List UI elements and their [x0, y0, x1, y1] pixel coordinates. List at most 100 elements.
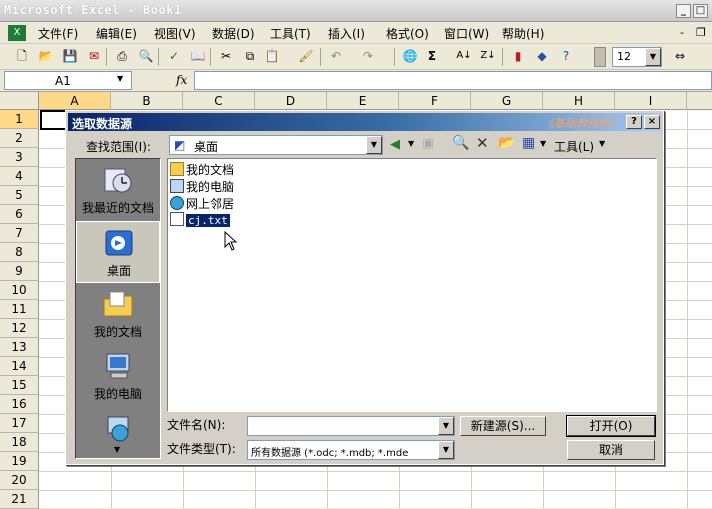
undo-icon[interactable]: ↶: [328, 48, 344, 64]
open-button[interactable]: 打开(O): [566, 415, 656, 437]
menu-tools[interactable]: 工具(T): [270, 25, 311, 42]
menu-format[interactable]: 格式(O): [386, 25, 429, 42]
new-icon[interactable]: 🗋: [14, 48, 30, 64]
close-button[interactable]: ×: [644, 115, 660, 129]
place-network[interactable]: ▼: [76, 407, 160, 457]
menu-window[interactable]: 窗口(W): [444, 25, 489, 42]
sort-ascending-icon[interactable]: A↓: [456, 48, 472, 64]
row-header[interactable]: 10: [0, 281, 39, 300]
row-header[interactable]: 7: [0, 224, 39, 243]
row-header[interactable]: 1: [0, 110, 39, 129]
name-box[interactable]: A1 ▼: [4, 71, 132, 90]
chevron-down-icon[interactable]: ▼: [366, 136, 382, 154]
chevron-down-icon[interactable]: ▼: [540, 139, 546, 148]
permission-icon[interactable]: ✉: [86, 48, 102, 64]
chevron-down-icon[interactable]: ▼: [599, 139, 605, 148]
select-all-corner[interactable]: [0, 92, 39, 110]
views-icon[interactable]: ▦: [522, 135, 535, 151]
row-header[interactable]: 20: [0, 471, 39, 490]
row-header[interactable]: 9: [0, 262, 39, 281]
lookin-select[interactable]: ◩ 桌面 ▼: [169, 135, 383, 155]
tools-menu[interactable]: 工具(L): [554, 138, 594, 155]
menu-view[interactable]: 视图(V): [154, 25, 196, 42]
row-header[interactable]: 4: [0, 167, 39, 186]
doc-restore-icon[interactable]: ❐: [696, 26, 706, 39]
column-header[interactable]: I: [615, 92, 687, 110]
toolbar-options-icon[interactable]: [594, 47, 606, 67]
drawing-icon[interactable]: ◆: [534, 48, 550, 64]
new-source-button[interactable]: 新建源(S)...: [460, 416, 546, 436]
open-icon[interactable]: 📂: [38, 48, 54, 64]
chevron-down-icon[interactable]: ▼: [408, 139, 414, 148]
row-header[interactable]: 15: [0, 376, 39, 395]
fx-icon[interactable]: fx: [176, 73, 187, 87]
research-icon[interactable]: 📖: [190, 48, 206, 64]
help-icon[interactable]: ?: [558, 48, 574, 64]
help-button[interactable]: ?: [626, 115, 642, 129]
print-preview-icon[interactable]: 🔍: [138, 48, 154, 64]
format-painter-icon[interactable]: 🖌: [298, 48, 314, 64]
row-header[interactable]: 3: [0, 148, 39, 167]
file-list[interactable]: 我的文档 我的电脑 网上邻居 cj.txt: [167, 158, 657, 412]
list-item[interactable]: 我的电脑: [170, 178, 234, 194]
save-icon[interactable]: 💾: [62, 48, 78, 64]
column-header[interactable]: F: [399, 92, 471, 110]
new-folder-icon[interactable]: 📂: [498, 135, 515, 151]
row-header[interactable]: 13: [0, 338, 39, 357]
merge-center-icon[interactable]: ⇔: [672, 48, 688, 64]
autosum-icon[interactable]: Σ: [424, 48, 440, 64]
paste-icon[interactable]: 📋: [264, 48, 280, 64]
row-header[interactable]: 11: [0, 300, 39, 319]
print-icon[interactable]: ⎙: [114, 48, 130, 64]
column-header[interactable]: [687, 92, 712, 110]
back-icon[interactable]: ◀: [390, 137, 400, 152]
row-header[interactable]: 8: [0, 243, 39, 262]
column-header[interactable]: A: [39, 92, 111, 110]
place-desktop[interactable]: 桌面: [76, 221, 160, 283]
row-header[interactable]: 6: [0, 205, 39, 224]
row-header[interactable]: 2: [0, 129, 39, 148]
column-header[interactable]: G: [471, 92, 543, 110]
column-header[interactable]: H: [543, 92, 615, 110]
column-header[interactable]: B: [111, 92, 183, 110]
list-item[interactable]: 网上邻居: [170, 195, 234, 211]
column-header[interactable]: E: [327, 92, 399, 110]
column-header[interactable]: D: [255, 92, 327, 110]
cancel-button[interactable]: 取消: [567, 440, 655, 460]
chevron-down-icon[interactable]: ▼: [438, 417, 454, 435]
formula-input[interactable]: [194, 71, 712, 90]
chevron-down-icon[interactable]: ▼: [438, 441, 454, 459]
copy-icon[interactable]: ⧉: [242, 48, 258, 64]
chart-wizard-icon[interactable]: ▮: [510, 48, 526, 64]
doc-minimize-icon[interactable]: -: [680, 26, 684, 39]
search-web-icon[interactable]: 🔍: [452, 135, 469, 151]
row-header[interactable]: 18: [0, 433, 39, 452]
place-my-computer[interactable]: 我的电脑: [76, 345, 160, 407]
chevron-down-icon[interactable]: ▼: [645, 48, 661, 66]
row-header[interactable]: 19: [0, 452, 39, 471]
row-header[interactable]: 5: [0, 186, 39, 205]
font-size-select[interactable]: 12 ▼: [612, 47, 662, 67]
delete-icon[interactable]: ✕: [476, 134, 489, 152]
row-header[interactable]: 21: [0, 490, 39, 509]
spelling-icon[interactable]: ✓: [166, 48, 182, 64]
sort-descending-icon[interactable]: Z↓: [480, 48, 496, 64]
menu-help[interactable]: 帮助(H): [502, 25, 544, 42]
list-item[interactable]: 我的文档: [170, 161, 234, 177]
menu-insert[interactable]: 插入(I): [328, 25, 365, 42]
list-item-selected[interactable]: cj.txt: [170, 212, 230, 228]
up-folder-icon[interactable]: ▣: [422, 136, 434, 151]
menu-data[interactable]: 数据(D): [212, 25, 255, 42]
place-recent[interactable]: 我最近的文档: [76, 159, 160, 221]
menu-file[interactable]: 文件(F): [38, 25, 78, 42]
redo-icon[interactable]: ↷: [360, 48, 376, 64]
cut-icon[interactable]: ✂: [218, 48, 234, 64]
row-header[interactable]: 16: [0, 395, 39, 414]
hyperlink-icon[interactable]: 🌐: [402, 48, 418, 64]
maximize-button[interactable]: □: [693, 4, 708, 18]
minimize-button[interactable]: _: [676, 4, 691, 18]
excel-doc-icon[interactable]: X: [8, 25, 26, 41]
column-header[interactable]: C: [183, 92, 255, 110]
row-header[interactable]: 14: [0, 357, 39, 376]
place-my-documents[interactable]: 我的文档: [76, 283, 160, 345]
